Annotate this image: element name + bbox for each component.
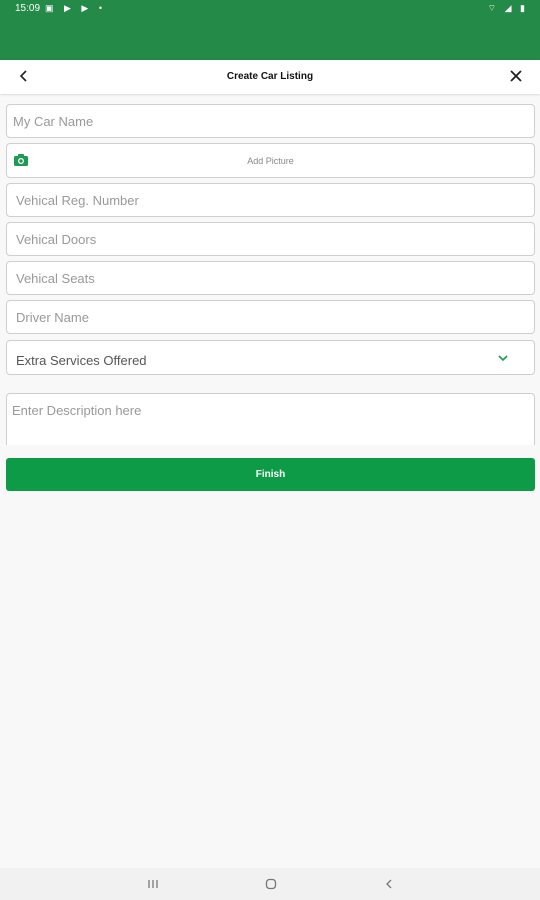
finish-button[interactable]: Finish [6,458,535,491]
description-field [6,393,535,445]
doors-field [6,222,535,256]
home-button[interactable] [261,875,281,893]
app-bar: Create Car Listing [0,60,540,94]
doors-input[interactable] [7,223,534,255]
driver-name-field [6,300,535,334]
status-notification-icons: ▣ ▶ ▶ • [45,3,106,13]
system-nav-bar [0,868,540,900]
nav-back-icon [386,879,392,889]
status-bar: 15:09 ▣ ▶ ▶ • ⌔ ◢ ▮ [0,0,540,60]
car-name-field [6,104,535,138]
seats-field [6,261,535,295]
add-picture-label: Add Picture [247,156,294,166]
reg-number-input[interactable] [7,184,534,216]
status-system-icons: ⌔ ◢ ▮ [487,3,528,13]
close-icon [510,70,522,82]
driver-name-input[interactable] [7,301,534,333]
reg-number-field [6,183,535,217]
extra-services-dropdown[interactable]: Extra Services Offered [6,340,535,375]
description-input[interactable] [7,394,534,444]
add-picture-button[interactable]: Add Picture [6,143,535,178]
chevron-down-icon [498,355,508,362]
recent-apps-icon [148,880,158,888]
nav-back-button[interactable] [379,875,399,893]
extra-services-value: Extra Services Offered [16,353,147,368]
seats-input[interactable] [7,262,534,294]
close-button[interactable] [505,65,527,87]
car-name-input[interactable] [7,105,534,137]
home-icon [265,878,277,890]
page-title: Create Car Listing [226,71,314,82]
recent-apps-button[interactable] [143,875,163,893]
status-time: 15:09 [15,3,41,14]
